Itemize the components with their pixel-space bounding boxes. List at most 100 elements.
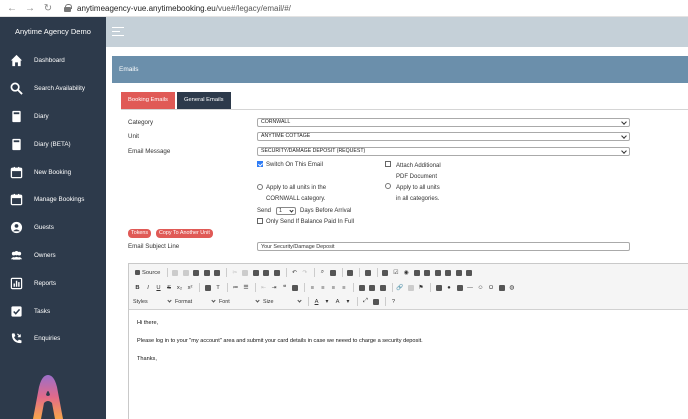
undo-icon[interactable]: ↶ [290,268,299,277]
numbered-list-icon[interactable]: ≔ [231,283,240,292]
bulleted-list-icon[interactable]: ☰ [242,283,251,292]
bg-color-icon[interactable]: A [333,297,342,306]
spellcheck-icon[interactable] [363,268,372,277]
email-message-select[interactable]: SECURITY/DAMAGE DEPOSIT (REQUEST) [257,147,630,156]
flash-icon[interactable]: ● [445,283,454,292]
language-icon[interactable] [378,283,387,292]
paste-text-icon[interactable] [262,268,271,277]
horizontal-line-icon[interactable]: — [466,283,475,292]
subscript-icon[interactable]: x₂ [175,283,184,292]
link-icon[interactable]: 🔗 [396,283,405,292]
copy-format-icon[interactable] [203,283,212,292]
smiley-icon[interactable]: ☺ [476,283,485,292]
replace-icon[interactable] [328,268,337,277]
cut-icon[interactable]: ✂ [230,268,239,277]
copy-to-unit-button[interactable]: Copy To Another Unit [156,229,213,238]
hidden-field-icon[interactable] [465,268,474,277]
div-container-icon[interactable] [291,283,300,292]
image-button-icon[interactable] [454,268,463,277]
templates-icon[interactable] [213,268,222,277]
url-text[interactable]: anytimeagency-vue.anytimebooking.eu/vue#… [77,4,291,13]
sidebar-item-manage-bookings[interactable]: Manage Bookings [0,186,106,214]
underline-icon[interactable]: U [154,283,163,292]
maximize-icon[interactable]: ⤢ [361,297,370,306]
radio-field-icon[interactable]: ◉ [402,268,411,277]
attach-pdf-checkbox[interactable] [385,161,391,167]
redo-icon[interactable]: ↷ [300,268,309,277]
select-all-icon[interactable] [346,268,355,277]
only-balance-checkbox[interactable] [257,218,263,224]
textfield-icon[interactable] [412,268,421,277]
help-icon[interactable]: ? [389,297,398,306]
textarea-icon[interactable] [423,268,432,277]
paste-word-icon[interactable] [272,268,281,277]
tab-general-emails[interactable]: General Emails [176,92,231,109]
days-before-select[interactable]: 1 [276,207,296,215]
switch-on-checkbox[interactable] [257,161,263,167]
tab-booking-emails[interactable]: Booking Emails [121,92,175,109]
text-direction-ltr-icon[interactable] [357,283,366,292]
table-icon[interactable] [455,283,464,292]
tokens-button[interactable]: Tokens [128,229,152,238]
sidebar-item-enquiries[interactable]: Enquiries [0,325,106,353]
align-left-icon[interactable]: ≡ [308,283,317,292]
sidebar-item-search-availability[interactable]: Search Availability [0,75,106,103]
size-dropdown[interactable]: Size [263,297,302,306]
special-char-icon[interactable]: Ω [487,283,496,292]
remove-format-icon[interactable]: T [214,283,223,292]
strikethrough-icon[interactable]: S [165,283,174,292]
select-field-icon[interactable] [433,268,442,277]
italic-icon[interactable]: I [144,283,153,292]
anchor-icon[interactable]: ⚑ [417,283,426,292]
iframe-icon[interactable]: ◍ [508,283,517,292]
justify-icon[interactable]: ≡ [340,283,349,292]
page-break-icon[interactable] [497,283,506,292]
menu-toggle-icon[interactable] [112,27,124,37]
format-dropdown[interactable]: Format [175,297,216,306]
align-right-icon[interactable]: ≡ [329,283,338,292]
subject-input[interactable] [257,242,630,251]
print-icon[interactable] [202,268,211,277]
image-icon[interactable] [434,283,443,292]
sidebar-item-reports[interactable]: Reports [0,269,106,297]
chevron-down-icon[interactable]: ▾ [323,297,332,306]
checkbox-field-icon[interactable]: ☑ [391,268,400,277]
reload-icon[interactable]: ↻ [42,3,54,14]
sidebar-item-diary-beta[interactable]: Diary (BETA) [0,130,106,158]
find-icon[interactable]: ⌕ [318,268,327,277]
form-icon[interactable] [381,268,390,277]
superscript-icon[interactable]: x² [186,283,195,292]
text-direction-rtl-icon[interactable] [368,283,377,292]
align-center-icon[interactable]: ≡ [319,283,328,292]
paste-icon[interactable] [251,268,260,277]
unlink-icon[interactable] [406,283,415,292]
category-select[interactable]: CORNWALL [257,118,630,127]
bold-icon[interactable]: B [133,283,142,292]
font-dropdown[interactable]: Font [219,297,260,306]
blockquote-icon[interactable]: ❝ [280,283,289,292]
show-blocks-icon[interactable] [372,297,381,306]
apply-all-radio[interactable] [385,183,391,189]
styles-dropdown[interactable]: Styles [133,297,172,306]
unit-select[interactable]: ANYTIME COTTAGE [257,132,630,141]
button-field-icon[interactable] [444,268,453,277]
outdent-icon[interactable]: ⇤ [259,283,268,292]
text-color-icon[interactable]: A [312,297,321,306]
chevron-down-icon[interactable]: ▾ [344,297,353,306]
sidebar-item-tasks[interactable]: Tasks [0,297,106,325]
sidebar-item-new-booking[interactable]: New Booking [0,158,106,186]
sidebar-item-guests[interactable]: Guests [0,214,106,242]
save-icon[interactable] [171,268,180,277]
editor-content[interactable]: Hi there, Please log in to your "my acco… [129,310,688,419]
new-page-icon[interactable] [181,268,190,277]
back-icon[interactable]: ← [6,3,18,14]
sidebar-item-owners[interactable]: Owners [0,242,106,270]
indent-icon[interactable]: ⇥ [270,283,279,292]
apply-category-radio[interactable] [257,184,263,190]
sidebar-item-dashboard[interactable]: Dashboard [0,47,106,75]
sidebar-item-diary[interactable]: Diary [0,103,106,131]
copy-icon[interactable] [241,268,250,277]
forward-icon[interactable]: → [24,3,36,14]
source-button[interactable]: Source [133,268,162,277]
preview-icon[interactable] [192,268,201,277]
